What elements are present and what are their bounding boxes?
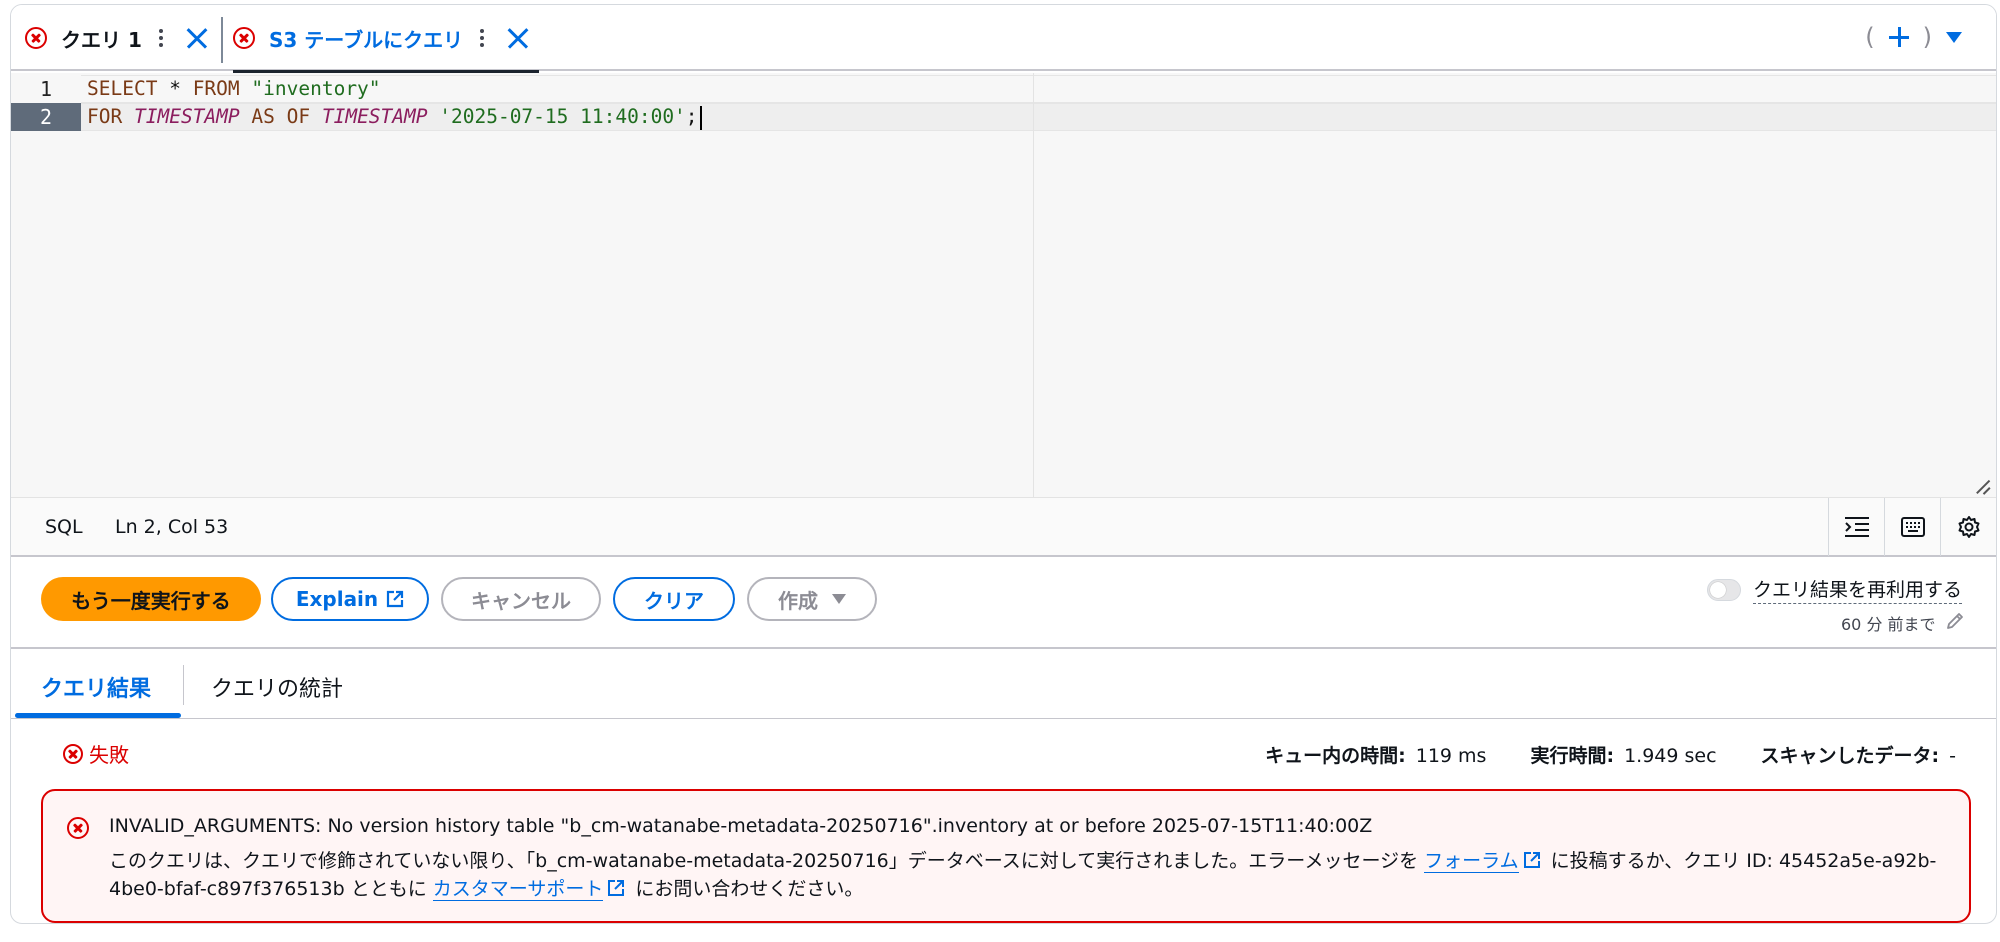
run-time-value: 1.949 sec [1624, 745, 1717, 767]
keyboard-shortcuts-button[interactable] [1884, 498, 1940, 556]
external-link-icon [608, 880, 625, 896]
cancel-button[interactable]: キャンセル [441, 577, 601, 621]
query-actions: もう一度実行する Explain キャンセル クリア 作成 クエリ結果を再利用す… [11, 557, 1996, 649]
error-details: このクエリは、クエリで修飾されていない限り、「b_cm-watanabe-met… [109, 847, 1939, 903]
tab-divider [221, 17, 223, 63]
resize-handle-icon[interactable] [1976, 479, 1990, 493]
reuse-results-toggle[interactable] [1707, 579, 1741, 601]
queue-time-label: キュー内の時間: [1265, 745, 1406, 767]
keyword: FROM [192, 77, 240, 100]
error-message: INVALID_ARGUMENTS: No version history ta… [109, 815, 1373, 837]
open-paren: ( [1865, 23, 1875, 51]
operator: * [157, 77, 193, 100]
create-dropdown-button[interactable]: 作成 [747, 577, 877, 621]
semicolon: ; [685, 105, 698, 128]
gear-icon [1958, 516, 1979, 538]
identifier-string: "inventory" [239, 77, 381, 100]
tab-menu-icon[interactable] [158, 29, 164, 47]
line-number: 1 [39, 77, 53, 101]
format-button[interactable] [1828, 498, 1884, 556]
language-mode: SQL [45, 516, 83, 538]
error-details-text: このクエリは、クエリで修飾されていない限り、「b_cm-watanabe-met… [109, 850, 1425, 872]
error-circle-icon [63, 743, 83, 764]
status-text: 失敗 [89, 743, 129, 767]
query-metrics: キュー内の時間: 119 ms 実行時間: 1.949 sec スキャンしたデータ:… [1265, 741, 1956, 768]
type-keyword: TIMESTAMP [321, 105, 428, 128]
cursor-position: Ln 2, Col 53 [115, 516, 229, 538]
data-scanned-label: スキャンしたデータ: [1760, 745, 1940, 767]
run-time-label: 実行時間: [1530, 745, 1615, 767]
tab-menu-icon[interactable] [479, 29, 485, 47]
reuse-results-label[interactable]: クエリ結果を再利用する [1753, 575, 1963, 604]
query-status-row: 失敗 キュー内の時間: 119 ms 実行時間: 1.949 sec スキャンしたデ… [11, 719, 1996, 789]
line-number-active: 2 [11, 103, 81, 131]
editor-settings-button[interactable] [1940, 498, 1996, 556]
add-tab-plus-icon[interactable] [1888, 27, 1909, 47]
tab-dropdown-caret-icon[interactable] [1946, 31, 1962, 43]
data-scanned-value: - [1949, 745, 1956, 767]
keyword: FOR [87, 105, 123, 128]
caret-down-icon [832, 594, 846, 604]
error-circle-icon [25, 27, 47, 49]
code-line-1[interactable]: SELECT * FROM "inventory" [87, 75, 381, 103]
active-tab-indicator [15, 713, 181, 718]
create-label: 作成 [778, 588, 818, 613]
tab-label: クエリ 1 [61, 27, 142, 52]
close-icon[interactable] [186, 27, 208, 49]
customer-support-link[interactable]: カスタマーサポート [432, 878, 604, 901]
tab-query-1[interactable]: クエリ 1 [25, 5, 208, 71]
error-alert: INVALID_ARGUMENTS: No version history ta… [41, 789, 1971, 923]
close-icon[interactable] [507, 27, 529, 49]
explain-button[interactable]: Explain [271, 577, 429, 621]
tab-label: S3 テーブルにクエリ [269, 27, 464, 52]
reuse-duration: 60 分 前まで [1841, 615, 1936, 634]
keyword: SELECT [87, 77, 158, 100]
error-circle-icon [67, 817, 89, 839]
pencil-edit-icon[interactable] [1945, 611, 1965, 631]
code-line-2[interactable]: FOR TIMESTAMP AS OF TIMESTAMP '2025-07-1… [87, 103, 702, 131]
tab-query-results[interactable]: クエリ結果 [41, 671, 151, 703]
print-margin [1033, 73, 1034, 497]
sql-editor[interactable]: 1 2 SELECT * FROM "inventory" FOR TIMEST… [11, 73, 1996, 497]
editor-status-bar: SQL Ln 2, Col 53 [11, 497, 1996, 557]
string-literal: '2025-07-15 11:40:00' [427, 105, 686, 128]
data-scanned: スキャンしたデータ: - [1761, 741, 1956, 768]
tab-actions: ( ) [1865, 23, 1962, 51]
tab-divider [183, 665, 184, 705]
run-time: 実行時間: 1.949 sec [1530, 741, 1716, 768]
keyboard-icon [1900, 517, 1925, 537]
external-link-icon [387, 590, 404, 608]
external-link-icon [1523, 852, 1540, 868]
forum-link[interactable]: フォーラム [1424, 850, 1519, 873]
tab-query-stats[interactable]: クエリの統計 [211, 671, 343, 703]
query-editor-panel: クエリ 1 S3 テーブルにクエリ ( ) 1 2 SELECT * FROM … [10, 4, 1997, 924]
tab-s3-table-query[interactable]: S3 テーブルにクエリ [233, 5, 540, 73]
clear-button[interactable]: クリア [613, 577, 735, 621]
run-again-button[interactable]: もう一度実行する [41, 577, 261, 621]
queue-time-value: 119 ms [1415, 745, 1487, 767]
result-tabs: クエリ結果 クエリの統計 [11, 649, 1996, 719]
indent-icon [1844, 517, 1869, 537]
error-circle-icon [233, 27, 255, 49]
type-keyword: TIMESTAMP [133, 105, 240, 128]
queue-time: キュー内の時間: 119 ms [1265, 741, 1486, 768]
status-failed: 失敗 [63, 739, 129, 768]
query-tab-bar: クエリ 1 S3 テーブルにクエリ ( ) [11, 5, 1996, 73]
close-paren: ) [1922, 23, 1932, 51]
error-details-text: にお問い合わせください。 [629, 878, 864, 900]
line-gutter: 1 2 [11, 73, 81, 497]
text-cursor [699, 105, 702, 130]
keyword: AS OF [239, 105, 322, 128]
explain-label: Explain [295, 587, 379, 611]
